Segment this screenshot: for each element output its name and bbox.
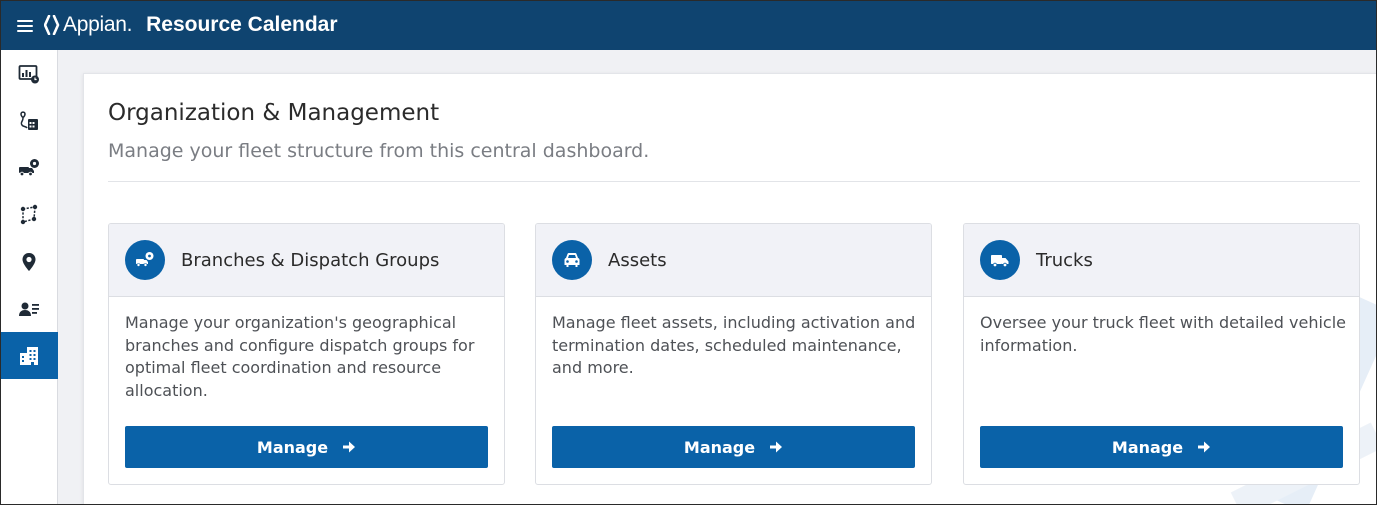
card-branches-dispatch-groups: Branches & Dispatch Groups Manage your o… bbox=[108, 223, 505, 485]
card-assets: Assets Manage fleet assets, including ac… bbox=[535, 223, 932, 485]
sidebar-item-organization[interactable] bbox=[0, 332, 58, 379]
top-bar: Appian. Resource Calendar bbox=[0, 0, 1377, 50]
car-icon bbox=[552, 240, 592, 280]
arrow-right-icon bbox=[1197, 440, 1211, 454]
map-pin-icon bbox=[22, 252, 36, 271]
sidebar-item-users[interactable] bbox=[0, 285, 58, 332]
card-header: Trucks bbox=[964, 224, 1359, 297]
manage-assets-button[interactable]: Manage bbox=[552, 426, 915, 468]
card-description: Oversee your truck fleet with detailed v… bbox=[980, 313, 1346, 355]
card-trucks: Trucks Oversee your truck fleet with det… bbox=[963, 223, 1360, 485]
user-list-icon bbox=[19, 302, 39, 316]
dashboard-icon bbox=[18, 64, 39, 83]
card-title: Assets bbox=[608, 249, 667, 271]
card-description: Manage fleet assets, including activatio… bbox=[552, 313, 916, 377]
page-subtitle: Manage your fleet structure from this ce… bbox=[108, 140, 650, 162]
manage-button-label: Manage bbox=[256, 437, 329, 457]
schedule-calendar-icon bbox=[20, 110, 38, 130]
sidebar bbox=[0, 50, 58, 505]
route-icon bbox=[20, 204, 38, 224]
divider bbox=[108, 181, 1360, 182]
manage-button-label: Manage bbox=[1111, 437, 1184, 457]
building-icon bbox=[20, 346, 38, 365]
sidebar-item-routes[interactable] bbox=[0, 191, 58, 238]
organization-panel: Organization & Management Manage your fl… bbox=[83, 73, 1377, 505]
truck-icon bbox=[980, 240, 1020, 280]
sidebar-item-schedule[interactable] bbox=[0, 97, 58, 144]
appian-logo-text: Appian. bbox=[63, 13, 133, 36]
card-header: Branches & Dispatch Groups bbox=[109, 224, 504, 297]
manage-trucks-button[interactable]: Manage bbox=[980, 426, 1343, 468]
page-title: Organization & Management bbox=[108, 100, 440, 126]
card-title: Trucks bbox=[1036, 249, 1093, 271]
dispatch-icon bbox=[19, 158, 39, 176]
card-title: Branches & Dispatch Groups bbox=[181, 249, 440, 271]
branches-icon bbox=[125, 240, 165, 280]
card-header: Assets bbox=[536, 224, 931, 297]
appian-logo-icon bbox=[44, 15, 60, 35]
arrow-right-icon bbox=[769, 440, 783, 454]
sidebar-item-dispatch[interactable] bbox=[0, 144, 58, 191]
manage-branches-button[interactable]: Manage bbox=[125, 426, 488, 468]
manage-button-label: Manage bbox=[683, 437, 756, 457]
sidebar-item-locations[interactable] bbox=[0, 238, 58, 285]
hamburger-menu-icon[interactable] bbox=[17, 19, 33, 32]
app-title[interactable]: Resource Calendar bbox=[146, 13, 337, 37]
arrow-right-icon bbox=[342, 440, 356, 454]
card-description: Manage your organization's geographical … bbox=[125, 313, 475, 400]
sidebar-item-dashboard[interactable] bbox=[0, 50, 58, 97]
